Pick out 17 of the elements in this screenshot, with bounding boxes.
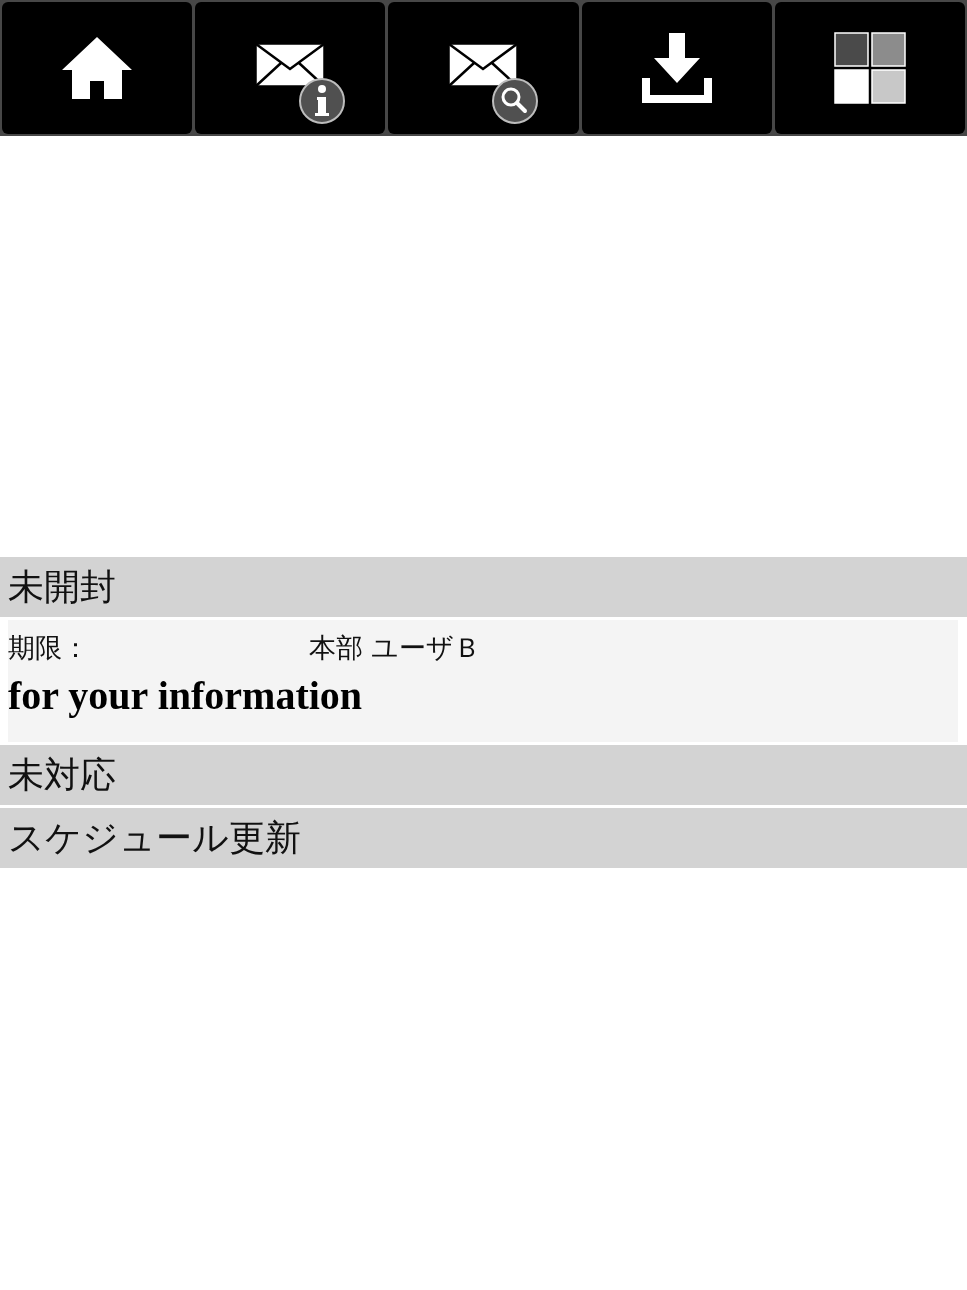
section-header: スケジュール更新 xyxy=(0,808,967,868)
mail-info-button[interactable] xyxy=(195,2,386,134)
deadline-label: 期限： xyxy=(8,634,90,662)
home-button[interactable] xyxy=(2,2,193,134)
download-button[interactable] xyxy=(581,2,772,134)
section-header: 未対応 xyxy=(0,745,967,805)
subject-text: for your information xyxy=(8,676,363,716)
tiles-button[interactable] xyxy=(774,2,965,134)
sender-name: 本部 ユーザＢ xyxy=(309,634,481,662)
envelope-magnifier-icon xyxy=(448,43,541,125)
mail-search-button[interactable] xyxy=(388,2,579,134)
tile-grid-icon xyxy=(833,32,906,104)
download-icon xyxy=(641,33,712,103)
envelope-info-icon xyxy=(255,43,348,125)
message-item[interactable]: 期限： 本部 ユーザＢ for your information xyxy=(8,620,958,742)
section-header: 未開封 xyxy=(0,557,967,617)
home-icon xyxy=(62,37,133,99)
